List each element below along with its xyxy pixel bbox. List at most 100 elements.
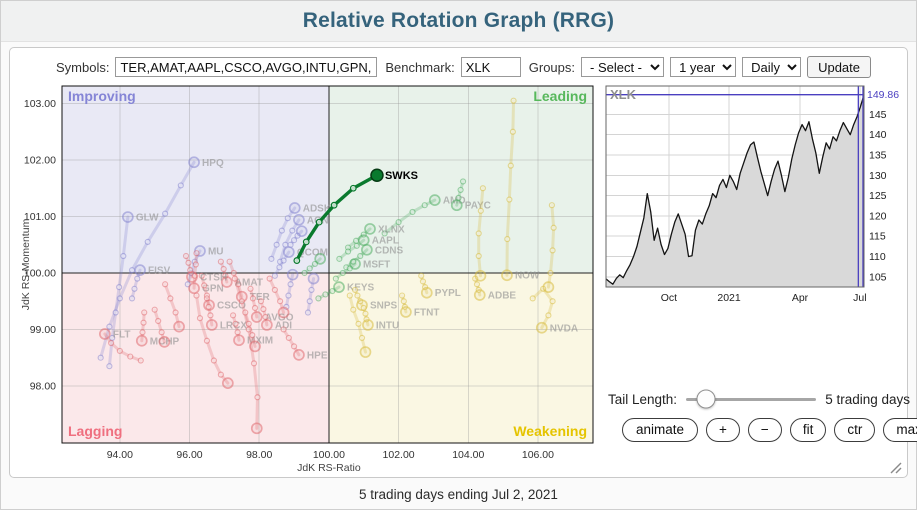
- trail-node: [480, 186, 485, 191]
- trail-head[interactable]: [430, 195, 440, 205]
- trail-head[interactable]: [187, 272, 197, 282]
- trail-head[interactable]: [137, 336, 147, 346]
- trail-head[interactable]: [365, 224, 375, 234]
- trail-head[interactable]: [401, 307, 411, 317]
- maximize-button[interactable]: max: [883, 418, 917, 442]
- rrg-symbol-label[interactable]: AMAT: [235, 278, 263, 289]
- trail-head[interactable]: [315, 254, 325, 264]
- resize-handle-icon[interactable]: [888, 460, 902, 474]
- trail-node: [218, 372, 223, 377]
- trail-head[interactable]: [475, 271, 485, 281]
- rrg-symbol-label[interactable]: CTSH: [200, 272, 227, 283]
- trail-head[interactable]: [297, 226, 307, 236]
- animate-button[interactable]: animate: [622, 418, 698, 442]
- trail-head[interactable]: [502, 270, 512, 280]
- trail-head[interactable]: [174, 322, 184, 332]
- trail-head[interactable]: [452, 200, 462, 210]
- trail-head[interactable]: [360, 347, 370, 357]
- trail-node: [145, 239, 150, 244]
- trail-node: [173, 310, 178, 315]
- rrg-symbol-label[interactable]: SWKS: [385, 170, 418, 182]
- rrg-symbol-label[interactable]: PYPL: [435, 288, 461, 299]
- trail-head[interactable]: [537, 323, 547, 333]
- trail-node: [419, 273, 424, 278]
- trail-node: [316, 219, 322, 225]
- trail-head[interactable]: [234, 335, 244, 345]
- trail-head[interactable]: [189, 157, 199, 167]
- rrg-symbol-label[interactable]: HPQ: [202, 158, 224, 169]
- frequency-select[interactable]: Daily: [742, 57, 801, 77]
- rrg-symbol-label[interactable]: ADBE: [488, 291, 517, 302]
- trail-node: [107, 324, 112, 329]
- trail-head[interactable]: [543, 282, 553, 292]
- rrg-symbol-label[interactable]: HPE: [307, 350, 328, 361]
- groups-select[interactable]: - Select -: [581, 57, 664, 77]
- trail-head[interactable]: [189, 283, 199, 293]
- zoom-in-button[interactable]: +: [706, 418, 740, 442]
- rrg-symbol-label[interactable]: NVDA: [550, 323, 578, 334]
- trail-head[interactable]: [207, 320, 217, 330]
- update-button[interactable]: Update: [807, 56, 871, 78]
- date-tick-label: Oct: [661, 292, 677, 304]
- trail-head[interactable]: [362, 245, 372, 255]
- tail-length-slider-track[interactable]: [686, 398, 816, 401]
- x-axis-title: JdK RS-Ratio: [297, 462, 361, 474]
- symbols-label: Symbols:: [56, 60, 109, 75]
- trail-node: [505, 237, 510, 242]
- trail-head[interactable]: [294, 350, 304, 360]
- trail-head[interactable]: [371, 169, 383, 181]
- period-select[interactable]: 1 year: [670, 57, 736, 77]
- rrg-symbol-label[interactable]: INTU: [376, 320, 399, 331]
- trail-head[interactable]: [350, 259, 360, 269]
- trail-node: [272, 273, 277, 278]
- rrg-symbol-label[interactable]: NOW: [515, 271, 540, 282]
- trail-head[interactable]: [309, 274, 319, 284]
- center-button[interactable]: ctr: [834, 418, 875, 442]
- fit-button[interactable]: fit: [790, 418, 827, 442]
- rrg-symbol-label[interactable]: FISV: [148, 266, 171, 277]
- trail-node: [550, 248, 555, 253]
- trail-head[interactable]: [359, 235, 369, 245]
- trail-head[interactable]: [290, 203, 300, 213]
- rrg-symbol-label[interactable]: FLT: [113, 329, 131, 340]
- trail-head[interactable]: [159, 337, 169, 347]
- trail-head[interactable]: [279, 308, 289, 318]
- benchmark-input[interactable]: [461, 57, 521, 77]
- trail-node: [218, 259, 223, 264]
- symbols-input[interactable]: [115, 57, 377, 77]
- trail-head[interactable]: [262, 320, 272, 330]
- trail-node: [272, 287, 277, 292]
- rrg-symbol-label[interactable]: CDNS: [375, 245, 404, 256]
- rrg-symbol-label[interactable]: MSFT: [363, 259, 390, 270]
- rrg-symbol-label[interactable]: XLNX: [378, 224, 405, 235]
- trail-head[interactable]: [284, 247, 294, 257]
- rrg-symbol-label[interactable]: MU: [208, 246, 224, 257]
- trail-head[interactable]: [252, 423, 262, 433]
- rrg-chart[interactable]: 94.0096.0098.00100.00102.00104.00106.009…: [20, 82, 600, 482]
- trail-head[interactable]: [123, 212, 133, 222]
- trail-head[interactable]: [250, 341, 260, 351]
- trail-head[interactable]: [334, 282, 344, 292]
- rrg-symbol-label[interactable]: SNPS: [370, 301, 398, 312]
- trail-node: [206, 304, 211, 309]
- trail-head[interactable]: [223, 378, 233, 388]
- trail-head[interactable]: [294, 215, 304, 225]
- trail-head[interactable]: [252, 312, 262, 322]
- trail-node: [346, 249, 351, 254]
- trail-head[interactable]: [135, 265, 145, 275]
- trail-node: [292, 344, 297, 349]
- rrg-symbol-label[interactable]: KEYS: [347, 283, 375, 294]
- rrg-symbol-label[interactable]: GLW: [136, 213, 159, 224]
- trail-head[interactable]: [288, 270, 298, 280]
- tail-length-slider-thumb[interactable]: [697, 390, 716, 409]
- trail-head[interactable]: [475, 290, 485, 300]
- trail-node: [98, 355, 103, 360]
- trail-head[interactable]: [422, 288, 432, 298]
- rrg-symbol-label[interactable]: FTNT: [414, 307, 440, 318]
- zoom-out-button[interactable]: −: [748, 418, 782, 442]
- trail-head[interactable]: [363, 320, 373, 330]
- trail-head[interactable]: [100, 329, 110, 339]
- trail-node: [186, 260, 191, 265]
- benchmark-label: Benchmark:: [385, 60, 454, 75]
- trail-node: [142, 310, 147, 315]
